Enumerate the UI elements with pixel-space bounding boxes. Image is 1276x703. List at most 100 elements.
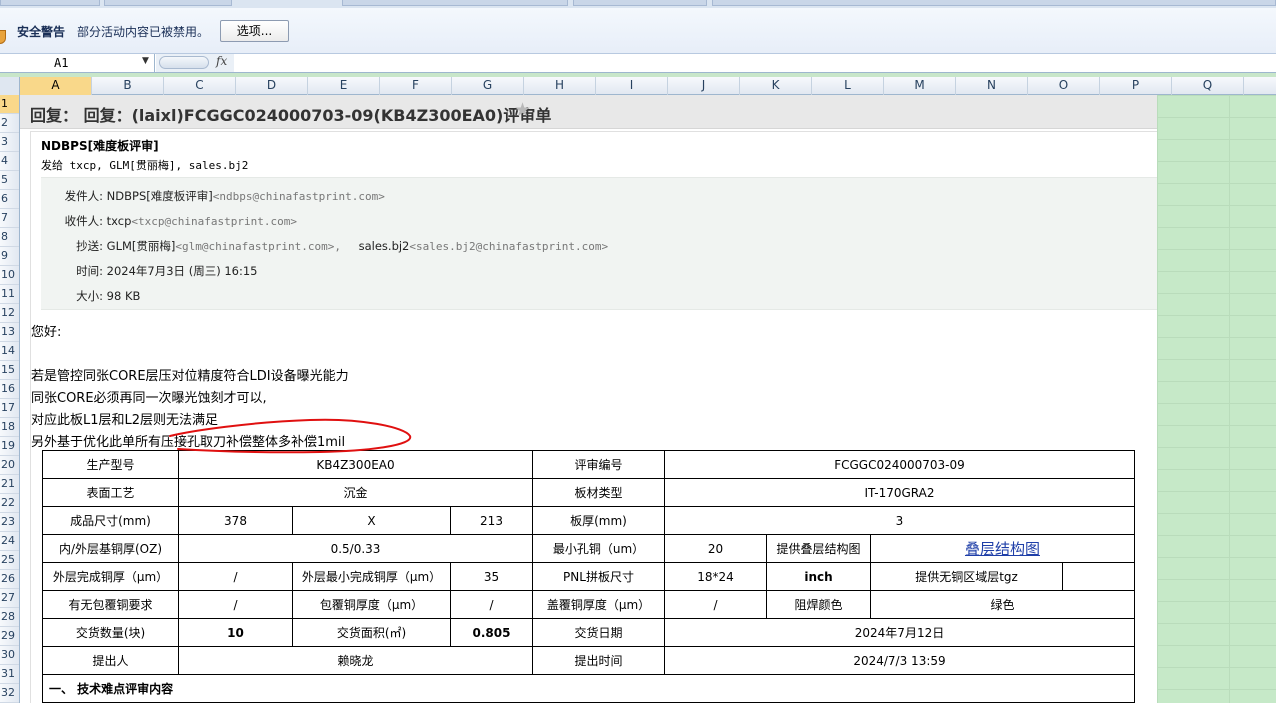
chevron-down-icon[interactable]: ▼: [142, 56, 149, 66]
star-icon[interactable]: ★: [514, 99, 531, 121]
row-header-15[interactable]: 15: [0, 361, 19, 380]
from-name[interactable]: NDBPS[难度板评审]: [107, 189, 213, 203]
tab[interactable]: [104, 0, 232, 6]
row-header-1[interactable]: 1: [0, 95, 19, 114]
stackup-diagram-link[interactable]: 叠层结构图: [870, 534, 1135, 563]
table-cell: 内/外层基铜厚(OZ): [42, 534, 179, 563]
table-cell: FCGGC024000703-09: [664, 450, 1135, 479]
row-header-19[interactable]: 19: [0, 437, 19, 456]
column-header-p[interactable]: P: [1100, 77, 1172, 95]
row-header-27[interactable]: 27: [0, 589, 19, 608]
cc-email[interactable]: <glm@chinafastprint.com>,: [175, 240, 341, 253]
row-header-6[interactable]: 6: [0, 190, 19, 209]
row-header-9[interactable]: 9: [0, 247, 19, 266]
select-all-corner[interactable]: [0, 77, 20, 95]
column-header-n[interactable]: N: [956, 77, 1028, 95]
row-header-29[interactable]: 29: [0, 627, 19, 646]
table-cell: 外层完成铜厚（μm）: [42, 562, 179, 591]
column-header-l[interactable]: L: [812, 77, 884, 95]
row-header-23[interactable]: 23: [0, 513, 19, 532]
table-cell: /: [664, 590, 767, 619]
insert-function-icon[interactable]: fx: [216, 54, 227, 68]
column-header-a[interactable]: A: [20, 77, 92, 95]
table-row: 成品尺寸(mm) 378 X 213 板厚(mm) 3: [42, 506, 1135, 535]
cc-row: 抄送: GLM[贯丽梅]<glm@chinafastprint.com>, sa…: [41, 238, 1041, 254]
body-line: 对应此板L1层和L2层则无法满足: [31, 413, 219, 428]
table-cell: 有无包覆铜要求: [42, 590, 179, 619]
table-cell: inch: [766, 562, 871, 591]
security-warning-title: 安全警告: [17, 25, 66, 39]
table-cell: 18*24: [664, 562, 767, 591]
formula-controls: fx: [156, 54, 234, 72]
row-header-4[interactable]: 4: [0, 152, 19, 171]
row-header-3[interactable]: 3: [0, 133, 19, 152]
row-header-17[interactable]: 17: [0, 399, 19, 418]
tab[interactable]: [712, 0, 1276, 6]
subject-bar: 回复： 回复：(laixl)FCGGC024000703-09(KB4Z300E…: [20, 95, 1157, 129]
name-box[interactable]: A1 ▼: [0, 54, 155, 72]
row-header-30[interactable]: 30: [0, 646, 19, 665]
column-header-h[interactable]: H: [524, 77, 596, 95]
row-header-24[interactable]: 24: [0, 532, 19, 551]
table-cell: 35: [450, 562, 533, 591]
column-header-j[interactable]: J: [668, 77, 740, 95]
formula-input[interactable]: [234, 54, 1276, 72]
row-header-21[interactable]: 21: [0, 475, 19, 494]
options-button[interactable]: 选项...: [220, 20, 289, 42]
row-header-5[interactable]: 5: [0, 171, 19, 190]
cc-label: 抄送:: [76, 239, 103, 253]
tab[interactable]: [573, 0, 707, 6]
name-box-value: A1: [54, 56, 69, 70]
table-cell: 10: [178, 618, 293, 647]
recipients-summary: 发给 txcp, GLM[贯丽梅], sales.bj2: [41, 159, 249, 172]
from-email[interactable]: <ndbps@chinafastprint.com>: [213, 190, 385, 203]
cc-name[interactable]: GLM[贯丽梅]: [107, 239, 176, 253]
row-header-32[interactable]: 32: [0, 684, 19, 703]
column-header-q[interactable]: Q: [1172, 77, 1244, 95]
row-header-25[interactable]: 25: [0, 551, 19, 570]
column-header-o[interactable]: O: [1028, 77, 1100, 95]
row-header-31[interactable]: 31: [0, 665, 19, 684]
row-header-14[interactable]: 14: [0, 342, 19, 361]
column-header-c[interactable]: C: [164, 77, 236, 95]
cc-name[interactable]: sales.bj2: [359, 239, 410, 253]
green-cells-region[interactable]: [1157, 95, 1276, 703]
row-header-10[interactable]: 10: [0, 266, 19, 285]
row-header-7[interactable]: 7: [0, 209, 19, 228]
to-email[interactable]: <txcp@chinafastprint.com>: [131, 215, 297, 228]
tab[interactable]: [0, 0, 100, 6]
row-header-8[interactable]: 8: [0, 228, 19, 247]
column-header-m[interactable]: M: [884, 77, 956, 95]
column-header-d[interactable]: D: [236, 77, 308, 95]
security-warning-message: 部分活动内容已被禁用。: [77, 25, 210, 39]
row-header-12[interactable]: 12: [0, 304, 19, 323]
column-header-k[interactable]: K: [740, 77, 812, 95]
row-header-11[interactable]: 11: [0, 285, 19, 304]
row-header-13[interactable]: 13: [0, 323, 19, 342]
time-row: 时间: 2024年7月3日 (周三) 16:15: [41, 263, 1041, 279]
column-header-i[interactable]: I: [596, 77, 668, 95]
table-cell: 0.5/0.33: [178, 534, 533, 563]
row-header-2[interactable]: 2: [0, 114, 19, 133]
row-header-20[interactable]: 20: [0, 456, 19, 475]
row-header-28[interactable]: 28: [0, 608, 19, 627]
column-header-f[interactable]: F: [380, 77, 452, 95]
row-header-26[interactable]: 26: [0, 570, 19, 589]
body-line: 若是管控同张CORE层压对位精度符合LDI设备曝光能力: [31, 369, 349, 384]
sender-name: NDBPS[难度板评审]: [41, 139, 159, 153]
column-header-g[interactable]: G: [452, 77, 524, 95]
table-cell: 提出时间: [532, 646, 665, 675]
to-name[interactable]: txcp: [107, 214, 132, 228]
row-header-22[interactable]: 22: [0, 494, 19, 513]
table-cell: 包覆铜厚度（μm）: [292, 590, 451, 619]
formula-cancel-enter-buttons[interactable]: [159, 56, 209, 69]
column-headers: ABCDEFGHIJKLMNOPQ: [0, 77, 1276, 95]
table-cell: X: [292, 506, 451, 535]
table-cell: 评审编号: [532, 450, 665, 479]
column-header-b[interactable]: B: [92, 77, 164, 95]
cc-email[interactable]: <sales.bj2@chinafastprint.com>: [409, 240, 608, 253]
column-header-e[interactable]: E: [308, 77, 380, 95]
tab[interactable]: [342, 0, 568, 6]
row-header-18[interactable]: 18: [0, 418, 19, 437]
row-header-16[interactable]: 16: [0, 380, 19, 399]
